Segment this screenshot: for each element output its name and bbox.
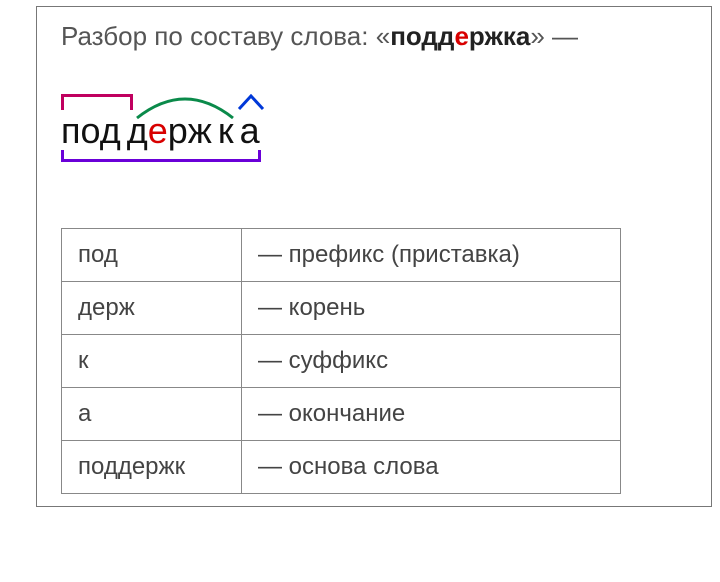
desc-cell: — окончание [242, 388, 621, 441]
morpheme-cell: к [62, 335, 242, 388]
desc-cell: — основа слова [242, 441, 621, 494]
diagram-root-a: д [127, 110, 148, 151]
table-row: к — суффикс [62, 335, 621, 388]
table-row: под — префикс (приставка) [62, 229, 621, 282]
title-prefix: Разбор по составу слова: « [61, 21, 390, 51]
diagram-root-b: рж [168, 110, 212, 151]
morpheme-table: под — префикс (приставка) держ — корень … [61, 228, 621, 494]
diagram-prefix: под [61, 110, 121, 151]
diagram-suffix: к [218, 110, 234, 151]
morpheme-cell: держ [62, 282, 242, 335]
desc-cell: — суффикс [242, 335, 621, 388]
title-word-part2: ржка [469, 21, 530, 51]
morpheme-cell: под [62, 229, 242, 282]
table-row: поддержк — основа слова [62, 441, 621, 494]
diagram-ending: а [240, 110, 260, 151]
title-line: Разбор по составу слова: «поддержка» — [61, 19, 691, 54]
title-word-part1: подд [390, 21, 454, 51]
content-frame: Разбор по составу слова: «поддержка» — п… [36, 6, 712, 507]
title-suffix: » — [530, 21, 578, 51]
suffix-caret-icon [237, 94, 265, 110]
title-word-highlight: е [454, 21, 468, 51]
table-row: держ — корень [62, 282, 621, 335]
diagram-word: поддержка [61, 110, 260, 152]
desc-cell: — корень [242, 282, 621, 335]
desc-cell: — префикс (приставка) [242, 229, 621, 282]
prefix-mark-icon [61, 94, 133, 110]
table-row: а — окончание [62, 388, 621, 441]
morpheme-cell: а [62, 388, 242, 441]
morpheme-diagram: поддержка [61, 88, 691, 168]
diagram-root-highlight: е [148, 110, 168, 151]
morpheme-cell: поддержк [62, 441, 242, 494]
